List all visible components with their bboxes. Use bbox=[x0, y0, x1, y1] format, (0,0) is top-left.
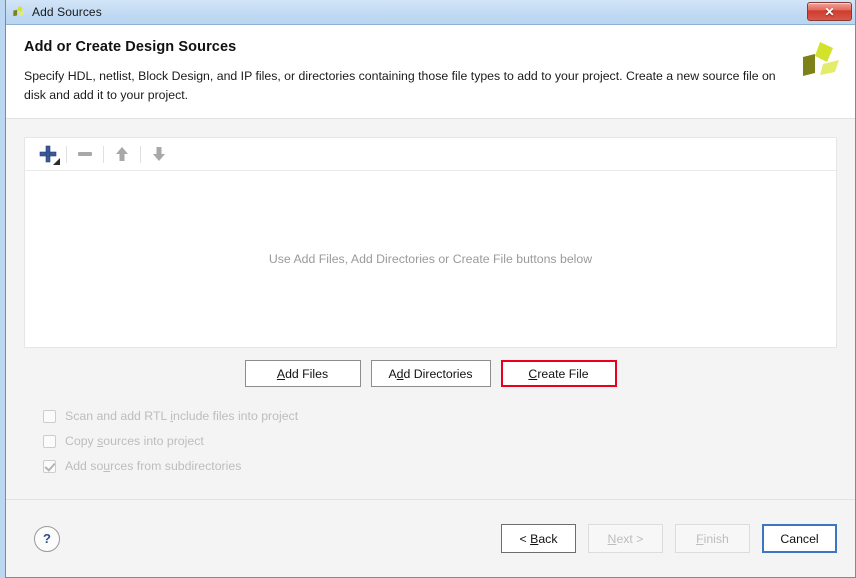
page-description: Specify HDL, netlist, Block Design, and … bbox=[24, 67, 784, 105]
checkbox-add-subdirectories[interactable] bbox=[43, 460, 56, 473]
close-icon: ✕ bbox=[824, 6, 834, 18]
checkbox-copy-sources[interactable] bbox=[43, 435, 56, 448]
option-add-subdirectories[interactable]: Add sources from subdirectories bbox=[43, 459, 837, 473]
sources-empty-area[interactable]: Use Add Files, Add Directories or Create… bbox=[25, 171, 836, 347]
source-action-buttons: Add Files Add Directories Create File bbox=[24, 360, 837, 387]
option-copy-sources-label: Copy sources into project bbox=[65, 434, 204, 448]
minus-icon bbox=[75, 144, 95, 164]
add-files-mnemonic: A bbox=[277, 367, 285, 381]
option-scan-rtl-include[interactable]: Scan and add RTL include files into proj… bbox=[43, 409, 837, 423]
option-copy-sources[interactable]: Copy sources into project bbox=[43, 434, 837, 448]
add-files-label: dd Files bbox=[285, 367, 328, 381]
close-button[interactable]: ✕ bbox=[807, 2, 852, 21]
next-button[interactable]: Next > bbox=[588, 524, 663, 553]
xilinx-logo-icon bbox=[796, 41, 840, 83]
move-down-button[interactable] bbox=[144, 141, 174, 167]
arrow-down-icon bbox=[149, 144, 169, 164]
arrow-up-icon bbox=[112, 144, 132, 164]
sources-empty-message: Use Add Files, Add Directories or Create… bbox=[269, 252, 592, 266]
add-sources-dialog: Add Sources ✕ Add or Create Design Sourc… bbox=[5, 0, 856, 578]
xilinx-logo-icon bbox=[11, 5, 26, 20]
help-button[interactable]: ? bbox=[34, 526, 60, 552]
create-file-button[interactable]: Create File bbox=[501, 360, 617, 387]
cancel-button[interactable]: Cancel bbox=[762, 524, 837, 553]
create-file-label: reate File bbox=[537, 367, 588, 381]
cancel-label: Cancel bbox=[780, 532, 818, 546]
add-directories-button[interactable]: Add Directories bbox=[371, 360, 491, 387]
toolbar-separator bbox=[66, 146, 67, 163]
add-directories-mnemonic: d bbox=[397, 367, 404, 381]
sources-toolbar bbox=[25, 138, 836, 171]
add-directories-label: d Directories bbox=[404, 367, 473, 381]
option-add-subdirectories-label: Add sources from subdirectories bbox=[65, 459, 241, 473]
finish-button[interactable]: Finish bbox=[675, 524, 750, 553]
dialog-titlebar: Add Sources ✕ bbox=[6, 0, 855, 25]
add-files-button[interactable]: Add Files bbox=[245, 360, 361, 387]
back-button[interactable]: < Back bbox=[501, 524, 576, 553]
question-mark-icon: ? bbox=[43, 531, 51, 546]
dropdown-triangle-icon bbox=[53, 158, 60, 165]
checkbox-scan-rtl-include[interactable] bbox=[43, 410, 56, 423]
remove-button[interactable] bbox=[70, 141, 100, 167]
create-file-mnemonic: C bbox=[528, 367, 537, 381]
dialog-content: Use Add Files, Add Directories or Create… bbox=[6, 118, 855, 499]
xilinx-logo-svg bbox=[796, 41, 840, 83]
dialog-title: Add Sources bbox=[32, 5, 102, 19]
option-scan-rtl-include-label: Scan and add RTL include files into proj… bbox=[65, 409, 298, 423]
toolbar-separator bbox=[103, 146, 104, 163]
source-options: Scan and add RTL include files into proj… bbox=[24, 409, 837, 473]
toolbar-separator bbox=[140, 146, 141, 163]
sources-panel: Use Add Files, Add Directories or Create… bbox=[24, 137, 837, 348]
dialog-header: Add or Create Design Sources Specify HDL… bbox=[6, 25, 855, 118]
page-title: Add or Create Design Sources bbox=[24, 39, 837, 55]
xilinx-logo-svg bbox=[11, 5, 26, 20]
move-up-button[interactable] bbox=[107, 141, 137, 167]
wizard-navigation: < Back Next > Finish Cancel bbox=[501, 524, 837, 553]
dialog-footer: ? < Back Next > Finish Cancel bbox=[6, 499, 855, 577]
add-button[interactable] bbox=[33, 141, 63, 167]
